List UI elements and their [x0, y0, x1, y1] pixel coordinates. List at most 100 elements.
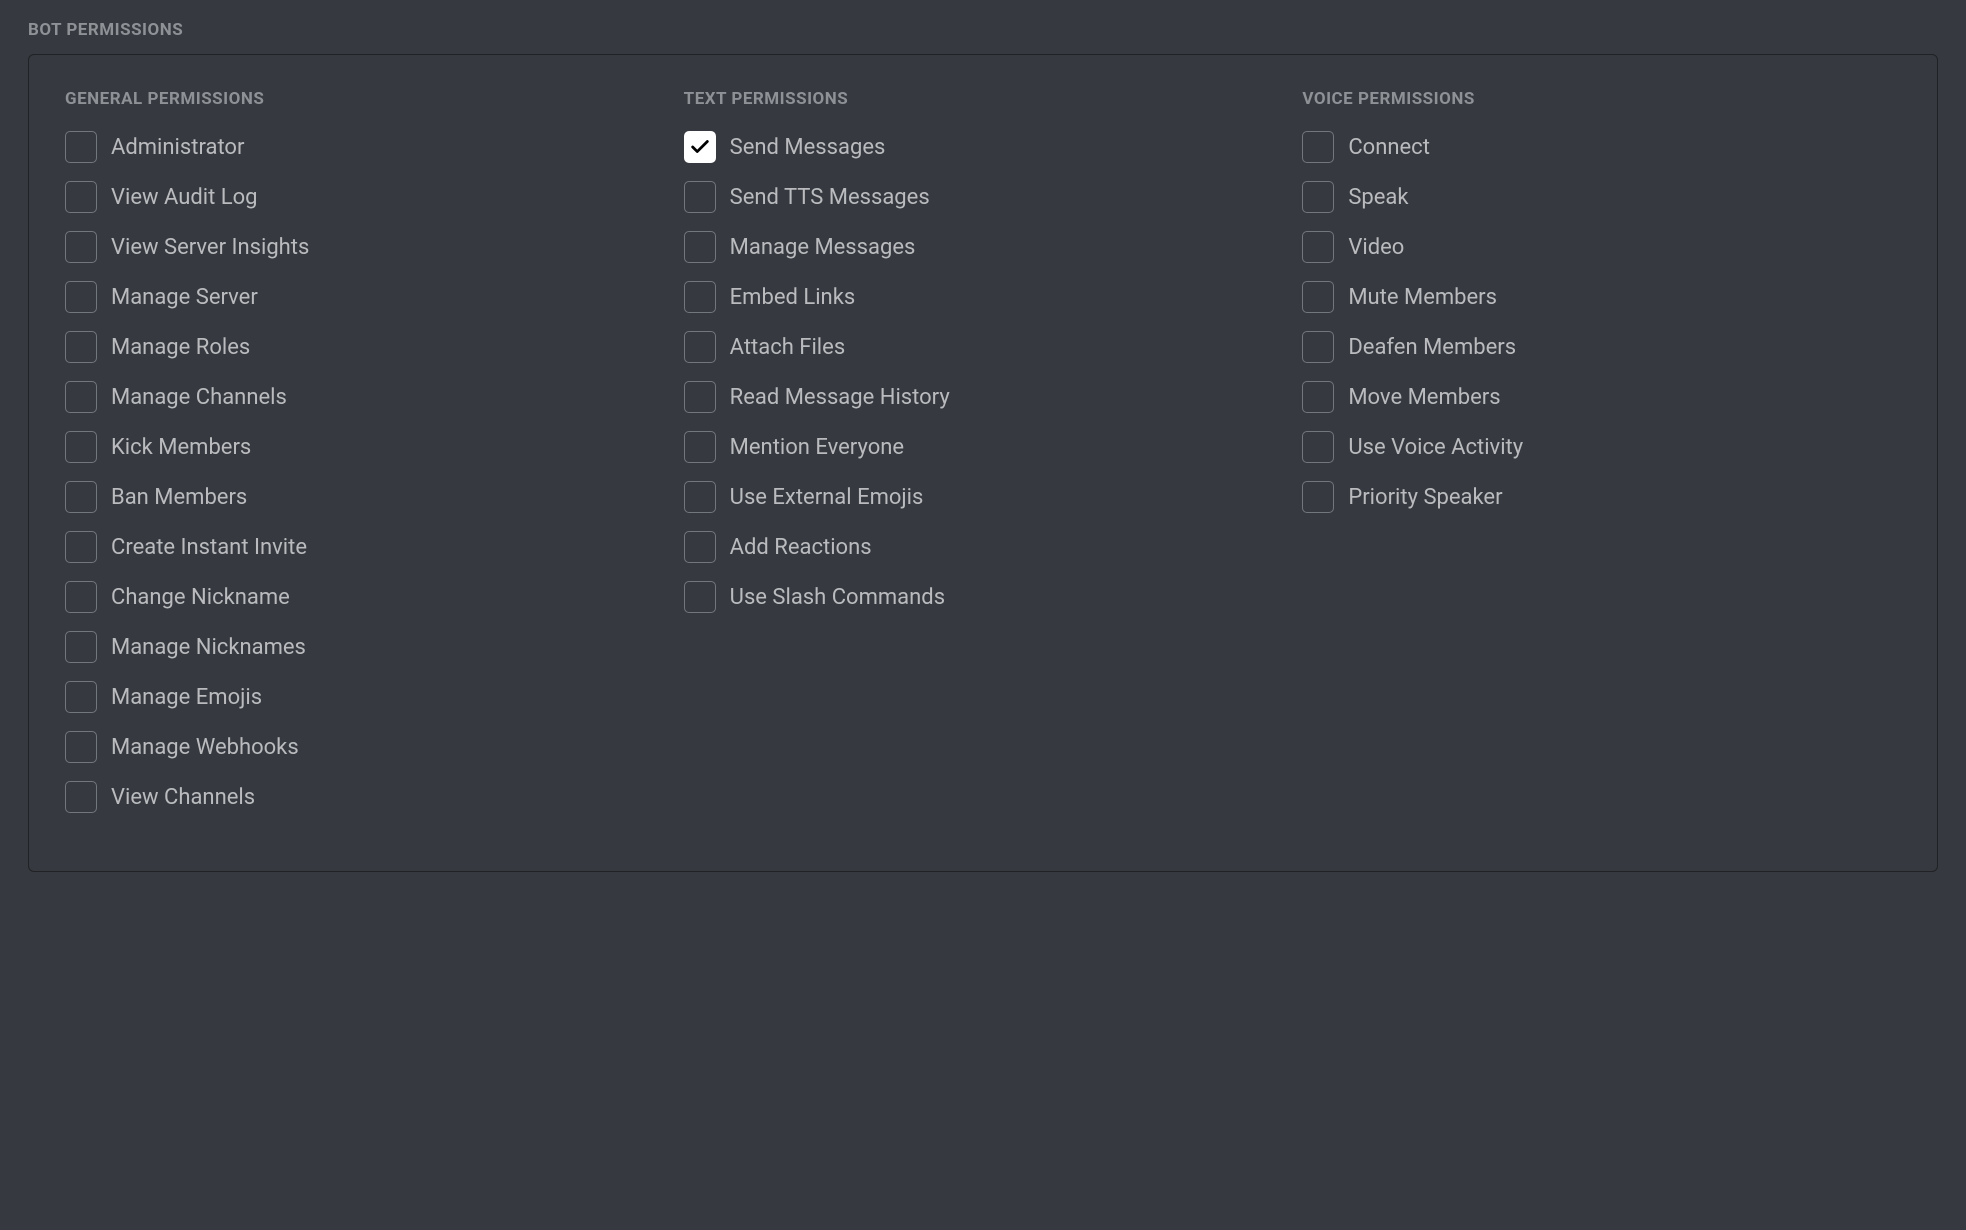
permission-video[interactable]: Video — [1302, 231, 1901, 263]
checkbox-label: Manage Messages — [730, 235, 916, 260]
checkbox[interactable] — [65, 731, 97, 763]
permission-view-channels[interactable]: View Channels — [65, 781, 664, 813]
checkmark-icon — [689, 136, 711, 158]
checkbox[interactable] — [65, 281, 97, 313]
checkbox[interactable] — [65, 331, 97, 363]
checkbox-label: Deafen Members — [1348, 335, 1516, 360]
checkbox-label: Read Message History — [730, 385, 950, 410]
checkbox-label: Ban Members — [111, 485, 247, 510]
checkbox-label: Mention Everyone — [730, 435, 904, 460]
checkbox-label: Add Reactions — [730, 535, 872, 560]
checkbox-label: Manage Webhooks — [111, 735, 299, 760]
checkbox[interactable] — [1302, 181, 1334, 213]
permission-manage-emojis[interactable]: Manage Emojis — [65, 681, 664, 713]
checkbox[interactable] — [1302, 331, 1334, 363]
permission-send-tts-messages[interactable]: Send TTS Messages — [684, 181, 1283, 213]
checkbox-label: Manage Nicknames — [111, 635, 306, 660]
checkbox[interactable] — [65, 181, 97, 213]
permission-change-nickname[interactable]: Change Nickname — [65, 581, 664, 613]
permission-connect[interactable]: Connect — [1302, 131, 1901, 163]
permission-speak[interactable]: Speak — [1302, 181, 1901, 213]
permission-send-messages[interactable]: Send Messages — [684, 131, 1283, 163]
permission-add-reactions[interactable]: Add Reactions — [684, 531, 1283, 563]
checkbox[interactable] — [65, 231, 97, 263]
checkbox[interactable] — [684, 431, 716, 463]
checkbox-label: Manage Channels — [111, 385, 287, 410]
checkbox-label: Use Voice Activity — [1348, 435, 1523, 460]
permission-use-slash-commands[interactable]: Use Slash Commands — [684, 581, 1283, 613]
column-title: Text Permissions — [684, 89, 1283, 109]
checkbox-label: Priority Speaker — [1348, 485, 1502, 510]
permission-use-external-emojis[interactable]: Use External Emojis — [684, 481, 1283, 513]
permission-view-server-insights[interactable]: View Server Insights — [65, 231, 664, 263]
permission-mute-members[interactable]: Mute Members — [1302, 281, 1901, 313]
checkbox[interactable] — [684, 231, 716, 263]
permission-attach-files[interactable]: Attach Files — [684, 331, 1283, 363]
checkbox-label: Send TTS Messages — [730, 185, 930, 210]
checkbox[interactable] — [65, 681, 97, 713]
permission-embed-links[interactable]: Embed Links — [684, 281, 1283, 313]
checkbox[interactable] — [1302, 431, 1334, 463]
checkbox[interactable] — [684, 481, 716, 513]
checkbox[interactable] — [684, 131, 716, 163]
checkbox[interactable] — [684, 531, 716, 563]
checkbox[interactable] — [65, 131, 97, 163]
checkbox[interactable] — [1302, 231, 1334, 263]
permission-read-message-history[interactable]: Read Message History — [684, 381, 1283, 413]
permission-manage-roles[interactable]: Manage Roles — [65, 331, 664, 363]
checkbox[interactable] — [65, 581, 97, 613]
checkbox[interactable] — [65, 481, 97, 513]
checkbox[interactable] — [684, 281, 716, 313]
permissions-column-text-permissions: Text Permissions Send Messages Send TTS Me… — [684, 89, 1283, 831]
checkbox-label: Manage Roles — [111, 335, 250, 360]
column-title: Voice Permissions — [1302, 89, 1901, 109]
permission-mention-everyone[interactable]: Mention Everyone — [684, 431, 1283, 463]
permission-view-audit-log[interactable]: View Audit Log — [65, 181, 664, 213]
checkbox[interactable] — [1302, 281, 1334, 313]
checkbox-label: View Channels — [111, 785, 255, 810]
checkbox[interactable] — [684, 331, 716, 363]
permission-use-voice-activity[interactable]: Use Voice Activity — [1302, 431, 1901, 463]
permission-deafen-members[interactable]: Deafen Members — [1302, 331, 1901, 363]
permission-administrator[interactable]: Administrator — [65, 131, 664, 163]
checkbox-label: Video — [1348, 235, 1404, 260]
checkbox-label: View Server Insights — [111, 235, 309, 260]
permission-kick-members[interactable]: Kick Members — [65, 431, 664, 463]
permission-manage-webhooks[interactable]: Manage Webhooks — [65, 731, 664, 763]
checkbox-label: Use External Emojis — [730, 485, 924, 510]
permissions-box: General PermissionsAdministratorView Aud… — [28, 54, 1938, 872]
checkbox[interactable] — [65, 431, 97, 463]
checkbox[interactable] — [65, 631, 97, 663]
permission-priority-speaker[interactable]: Priority Speaker — [1302, 481, 1901, 513]
checkbox-label: Embed Links — [730, 285, 856, 310]
permission-move-members[interactable]: Move Members — [1302, 381, 1901, 413]
checkbox[interactable] — [684, 581, 716, 613]
permission-ban-members[interactable]: Ban Members — [65, 481, 664, 513]
section-title: Bot Permissions — [28, 20, 1938, 40]
checkbox-label: View Audit Log — [111, 185, 258, 210]
checkbox[interactable] — [1302, 381, 1334, 413]
checkbox-label: Mute Members — [1348, 285, 1497, 310]
checkbox-label: Send Messages — [730, 135, 886, 160]
checkbox-label: Create Instant Invite — [111, 535, 307, 560]
checkbox[interactable] — [65, 381, 97, 413]
checkbox-label: Manage Emojis — [111, 685, 262, 710]
permission-manage-server[interactable]: Manage Server — [65, 281, 664, 313]
checkbox-label: Use Slash Commands — [730, 585, 945, 610]
checkbox-label: Administrator — [111, 135, 244, 160]
permission-manage-channels[interactable]: Manage Channels — [65, 381, 664, 413]
checkbox[interactable] — [65, 781, 97, 813]
checkbox[interactable] — [684, 381, 716, 413]
checkbox[interactable] — [684, 181, 716, 213]
permissions-column-voice-permissions: Voice Permissions Connect Speak Video Mute M… — [1302, 89, 1901, 831]
checkbox-label: Attach Files — [730, 335, 846, 360]
checkbox[interactable] — [1302, 481, 1334, 513]
permissions-column-general-permissions: General PermissionsAdministratorView Aud… — [65, 89, 664, 831]
permission-manage-messages[interactable]: Manage Messages — [684, 231, 1283, 263]
permission-manage-nicknames[interactable]: Manage Nicknames — [65, 631, 664, 663]
checkbox-label: Speak — [1348, 185, 1408, 210]
checkbox[interactable] — [1302, 131, 1334, 163]
checkbox[interactable] — [65, 531, 97, 563]
checkbox-label: Change Nickname — [111, 585, 290, 610]
permission-create-instant-invite[interactable]: Create Instant Invite — [65, 531, 664, 563]
